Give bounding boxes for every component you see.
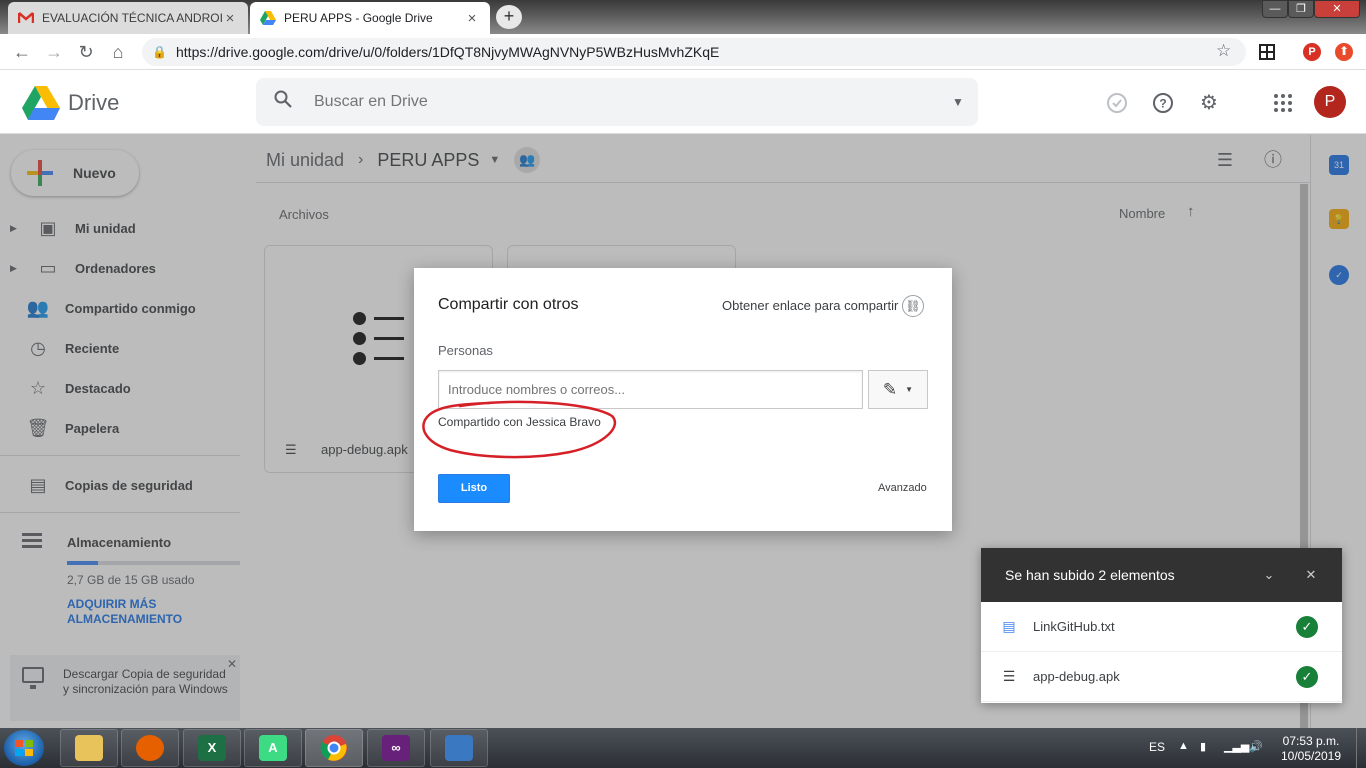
upload-item-name: LinkGitHub.txt — [1033, 619, 1115, 634]
browser-tab-bar: EVALUACIÓN TÉCNICA ANDROID × PERU APPS -… — [0, 0, 1366, 34]
excel-icon: X — [198, 735, 226, 761]
update-arrow-icon[interactable]: ⬆ — [1335, 43, 1353, 61]
network-computer-icon — [445, 735, 473, 761]
link-icon[interactable]: ⛓ — [902, 295, 924, 317]
browser-toolbar: ← → ↻ ⌂ 🔒 https://drive.google.com/drive… — [0, 34, 1366, 70]
clock-date: 10/05/2019 — [1280, 749, 1342, 763]
maximize-window-button[interactable]: ❐ — [1288, 0, 1314, 18]
upload-item[interactable]: ▤ LinkGitHub.txt ✓ — [981, 602, 1342, 652]
visual-studio-taskbar-button[interactable]: ∞ — [367, 729, 425, 767]
show-desktop-button[interactable] — [1356, 728, 1366, 768]
drive-header: Drive ▼ ? ⚙ P — [0, 70, 1366, 134]
excel-taskbar-button[interactable]: X — [183, 729, 241, 767]
drive-logo-icon[interactable] — [22, 86, 60, 120]
firefox-icon — [136, 735, 164, 761]
upload-status-panel: Se han subido 2 elementos ⌄ ✕ ▤ LinkGitH… — [981, 548, 1342, 703]
close-tab-icon[interactable]: × — [222, 10, 238, 27]
account-avatar[interactable]: P — [1314, 86, 1346, 118]
start-button[interactable] — [4, 730, 44, 766]
list-file-icon: ☰ — [1002, 668, 1016, 684]
tab-title: PERU APPS - Google Drive — [284, 11, 433, 25]
file-explorer-taskbar-button[interactable] — [60, 729, 118, 767]
get-link-button[interactable]: Obtener enlace para compartir — [722, 298, 898, 313]
advanced-link[interactable]: Avanzado — [878, 482, 927, 494]
upload-panel-header: Se han subido 2 elementos ⌄ ✕ — [981, 548, 1342, 602]
offline-ready-icon[interactable] — [1105, 92, 1129, 116]
close-window-button[interactable]: ✕ — [1314, 0, 1360, 18]
dialog-title: Compartir con otros — [438, 296, 579, 313]
tab-drive[interactable]: PERU APPS - Google Drive × — [250, 2, 490, 34]
chevron-down-icon: ▼ — [905, 385, 914, 394]
profile-extension-icon[interactable]: P — [1303, 43, 1321, 61]
permission-dropdown[interactable]: ✎ ▼ — [868, 370, 928, 409]
android-studio-taskbar-button[interactable]: A — [244, 729, 302, 767]
chrome-taskbar-button[interactable] — [305, 729, 363, 767]
new-tab-button[interactable]: + — [496, 5, 522, 29]
volume-icon[interactable]: 🔊 — [1249, 740, 1263, 753]
tab-gmail[interactable]: EVALUACIÓN TÉCNICA ANDROID × — [8, 2, 248, 34]
help-icon[interactable]: ? — [1151, 92, 1175, 116]
gmail-icon — [18, 10, 34, 26]
doc-icon: ▤ — [1002, 618, 1016, 634]
reload-icon[interactable]: ↻ — [74, 40, 98, 64]
windows-taskbar: X A ∞ ES ▲ ▮ ▁▃▅ 🔊 07:53 p.m. 10/05/2019 — [0, 728, 1366, 768]
chrome-icon — [320, 735, 347, 761]
system-clock[interactable]: 07:53 p.m. 10/05/2019 — [1278, 734, 1344, 764]
svg-text:?: ? — [1159, 97, 1166, 111]
visual-studio-icon: ∞ — [382, 735, 410, 761]
settings-gear-icon[interactable]: ⚙ — [1197, 92, 1221, 116]
done-button[interactable]: Listo — [438, 474, 510, 503]
share-dialog: Compartir con otros Obtener enlace para … — [414, 268, 952, 531]
url-text: https://drive.google.com/drive/u/0/folde… — [176, 44, 720, 60]
close-icon[interactable]: ✕ — [1300, 567, 1322, 583]
google-apps-icon[interactable] — [1274, 94, 1292, 112]
minimize-window-button[interactable]: — — [1262, 0, 1288, 18]
collapse-chevron-icon[interactable]: ⌄ — [1258, 567, 1280, 583]
home-icon[interactable]: ⌂ — [106, 40, 130, 64]
tab-title: EVALUACIÓN TÉCNICA ANDROID — [42, 11, 222, 25]
search-bar[interactable]: ▼ — [256, 78, 978, 126]
people-label: Personas — [438, 343, 493, 358]
address-bar[interactable]: 🔒 https://drive.google.com/drive/u/0/fol… — [142, 38, 1246, 66]
drive-brand[interactable]: Drive — [68, 90, 119, 116]
shared-with-text[interactable]: Compartido con Jessica Bravo — [438, 415, 601, 429]
network-app-taskbar-button[interactable] — [430, 729, 488, 767]
extension-grid-icon[interactable] — [1259, 44, 1275, 60]
forward-arrow-icon[interactable]: → — [42, 40, 66, 64]
search-input[interactable] — [314, 93, 938, 111]
language-indicator[interactable]: ES — [1149, 740, 1165, 754]
pencil-icon: ✎ — [882, 379, 898, 399]
check-circle-icon: ✓ — [1296, 665, 1318, 688]
people-input[interactable] — [438, 370, 863, 409]
power-plug-icon[interactable]: ▮ — [1200, 740, 1206, 753]
search-options-caret-icon[interactable]: ▼ — [938, 95, 978, 109]
back-arrow-icon[interactable]: ← — [10, 40, 34, 64]
signal-bars-icon[interactable]: ▁▃▅ — [1224, 740, 1249, 753]
check-circle-icon: ✓ — [1296, 615, 1318, 638]
folder-icon — [75, 735, 103, 761]
show-hidden-icons-icon[interactable]: ▲ — [1178, 740, 1189, 752]
firefox-taskbar-button[interactable] — [121, 729, 179, 767]
upload-panel-title: Se han subido 2 elementos — [1005, 567, 1175, 583]
upload-item[interactable]: ☰ app-debug.apk ✓ — [981, 652, 1342, 702]
search-icon[interactable] — [274, 90, 298, 114]
close-tab-icon[interactable]: × — [464, 10, 480, 27]
drive-icon — [260, 10, 276, 26]
lock-icon: 🔒 — [152, 45, 167, 59]
android-studio-icon: A — [259, 735, 287, 761]
windows-logo-icon — [15, 740, 33, 756]
upload-item-name: app-debug.apk — [1033, 669, 1120, 684]
clock-time: 07:53 p.m. — [1282, 734, 1340, 748]
bookmark-star-icon[interactable]: ☆ — [1216, 41, 1231, 61]
